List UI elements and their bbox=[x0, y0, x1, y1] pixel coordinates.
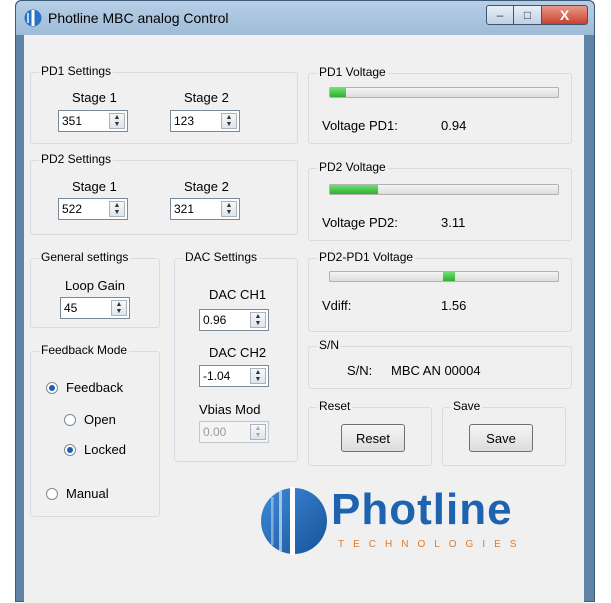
pd1-stage2-stepper[interactable]: 123 ▲ ▼ bbox=[170, 110, 240, 132]
locked-radio[interactable]: Locked bbox=[64, 442, 126, 457]
pd2-stage1-value: 522 bbox=[62, 202, 83, 216]
vbias-mod-value: 0.00 bbox=[203, 425, 227, 439]
pd2-stage2-label: Stage 2 bbox=[184, 179, 229, 194]
photline-logo-icon bbox=[261, 487, 327, 555]
dac-ch1-stepper[interactable]: 0.96 ▲ ▼ bbox=[199, 309, 269, 331]
photline-logo: Photline TECHNOLOGIES bbox=[259, 481, 589, 571]
reset-group: Reset Reset bbox=[308, 399, 432, 466]
pd1-voltage-value: 0.94 bbox=[441, 118, 467, 133]
radio-checked-icon bbox=[64, 443, 76, 456]
diff-voltage-label: Vdiff: bbox=[322, 298, 352, 313]
vbias-mod-label: Vbias Mod bbox=[199, 402, 261, 417]
dac-ch2-value: -1.04 bbox=[203, 369, 231, 383]
diff-voltage-marker bbox=[442, 272, 455, 281]
dac-settings-group: DAC Settings DAC CH1 0.96 ▲ ▼ DAC CH2 -1.… bbox=[174, 250, 298, 462]
loop-gain-stepper[interactable]: 45 ▲ ▼ bbox=[60, 297, 130, 319]
pd2-stage1-label: Stage 1 bbox=[72, 179, 117, 194]
locked-label: Locked bbox=[84, 442, 126, 457]
diff-voltage-group: PD2-PD1 Voltage Vdiff: 1.56 bbox=[308, 250, 572, 332]
sn-label: S/N: bbox=[347, 363, 373, 378]
open-radio[interactable]: Open bbox=[64, 412, 116, 427]
pd2-stage2-value: 321 bbox=[174, 202, 195, 216]
reset-title: Reset bbox=[317, 399, 353, 413]
diff-voltage-bar bbox=[329, 271, 559, 282]
dac-ch2-label: DAC CH2 bbox=[209, 345, 267, 360]
pd1-voltage-fill bbox=[330, 88, 346, 97]
pd2-voltage-group: PD2 Voltage Voltage PD2: 3.11 bbox=[308, 160, 572, 241]
pd2-voltage-fill bbox=[330, 185, 378, 194]
app-window: Photline MBC analog Control – □ X PD1 Se… bbox=[15, 0, 595, 603]
pd2-stage1-stepper[interactable]: 522 ▲ ▼ bbox=[58, 198, 128, 220]
pd1-voltage-group: PD1 Voltage Voltage PD1: 0.94 bbox=[308, 65, 572, 144]
diff-voltage-value: 1.56 bbox=[441, 298, 467, 313]
vbias-mod-stepper: 0.00 ▲ ▼ bbox=[199, 421, 269, 443]
maximize-button[interactable]: □ bbox=[514, 5, 542, 25]
loop-gain-label: Loop Gain bbox=[65, 278, 125, 293]
pd2-voltage-label: Voltage PD2: bbox=[322, 215, 398, 230]
feedback-mode-group: Feedback Mode Feedback Open Locked Manua… bbox=[30, 343, 160, 517]
logo-wordmark: Photline bbox=[331, 485, 513, 534]
manual-label: Manual bbox=[66, 486, 109, 501]
dac-ch1-value: 0.96 bbox=[203, 313, 227, 327]
stepper-arrows-icon[interactable]: ▲ ▼ bbox=[221, 201, 237, 217]
manual-radio[interactable]: Manual bbox=[46, 486, 109, 501]
feedback-mode-title: Feedback Mode bbox=[39, 343, 130, 357]
pd1-stage2-label: Stage 2 bbox=[184, 90, 229, 105]
radio-unchecked-icon bbox=[64, 413, 76, 426]
open-label: Open bbox=[84, 412, 116, 427]
minimize-button[interactable]: – bbox=[486, 5, 514, 25]
pd2-settings-group: PD2 Settings Stage 1 Stage 2 522 ▲ ▼ 321 … bbox=[30, 152, 298, 235]
stepper-arrows-icon[interactable]: ▲ ▼ bbox=[250, 312, 266, 328]
feedback-radio[interactable]: Feedback bbox=[46, 380, 123, 395]
dac-ch1-label: DAC CH1 bbox=[209, 287, 267, 302]
pd2-stage2-stepper[interactable]: 321 ▲ ▼ bbox=[170, 198, 240, 220]
stepper-arrows-icon[interactable]: ▲ ▼ bbox=[109, 113, 125, 129]
radio-unchecked-icon bbox=[46, 487, 58, 500]
loop-gain-value: 45 bbox=[64, 301, 78, 315]
pd1-voltage-title: PD1 Voltage bbox=[317, 65, 388, 79]
app-icon bbox=[24, 9, 42, 27]
diff-voltage-title: PD2-PD1 Voltage bbox=[317, 250, 416, 264]
stepper-arrows-icon[interactable]: ▲ ▼ bbox=[250, 368, 266, 384]
pd2-settings-title: PD2 Settings bbox=[39, 152, 114, 166]
pd1-voltage-label: Voltage PD1: bbox=[322, 118, 398, 133]
pd1-stage1-label: Stage 1 bbox=[72, 90, 117, 105]
window-title: Photline MBC analog Control bbox=[48, 10, 229, 26]
dac-settings-title: DAC Settings bbox=[183, 250, 260, 264]
feedback-label: Feedback bbox=[66, 380, 124, 395]
close-button[interactable]: X bbox=[542, 5, 588, 25]
stepper-arrows-icon: ▲ ▼ bbox=[250, 424, 266, 440]
sn-title: S/N bbox=[317, 338, 342, 352]
pd1-stage1-value: 351 bbox=[62, 114, 83, 128]
stepper-arrows-icon[interactable]: ▲ ▼ bbox=[221, 113, 237, 129]
pd2-voltage-bar bbox=[329, 184, 559, 195]
sn-value: MBC AN 00004 bbox=[391, 363, 481, 378]
pd2-voltage-title: PD2 Voltage bbox=[317, 160, 388, 174]
pd1-settings-title: PD1 Settings bbox=[39, 64, 114, 78]
logo-tagline: TECHNOLOGIES bbox=[338, 539, 526, 550]
pd1-stage1-stepper[interactable]: 351 ▲ ▼ bbox=[58, 110, 128, 132]
save-button[interactable]: Save bbox=[469, 424, 533, 452]
general-settings-group: General settings Loop Gain 45 ▲ ▼ bbox=[30, 250, 160, 328]
window-controls: – □ X bbox=[486, 5, 588, 27]
save-group: Save Save bbox=[442, 399, 566, 466]
dac-ch2-stepper[interactable]: -1.04 ▲ ▼ bbox=[199, 365, 269, 387]
pd1-stage2-value: 123 bbox=[174, 114, 195, 128]
pd1-settings-group: PD1 Settings Stage 1 Stage 2 351 ▲ ▼ 123 … bbox=[30, 64, 298, 144]
save-title: Save bbox=[451, 399, 483, 413]
reset-button[interactable]: Reset bbox=[341, 424, 405, 452]
stepper-arrows-icon[interactable]: ▲ ▼ bbox=[111, 300, 127, 316]
pd2-voltage-value: 3.11 bbox=[441, 215, 466, 230]
general-settings-title: General settings bbox=[39, 250, 131, 264]
stepper-arrows-icon[interactable]: ▲ ▼ bbox=[109, 201, 125, 217]
radio-checked-icon bbox=[46, 381, 58, 394]
title-bar[interactable]: Photline MBC analog Control – □ X bbox=[16, 1, 594, 35]
sn-group: S/N S/N: MBC AN 00004 bbox=[308, 338, 572, 389]
pd1-voltage-bar bbox=[329, 87, 559, 98]
